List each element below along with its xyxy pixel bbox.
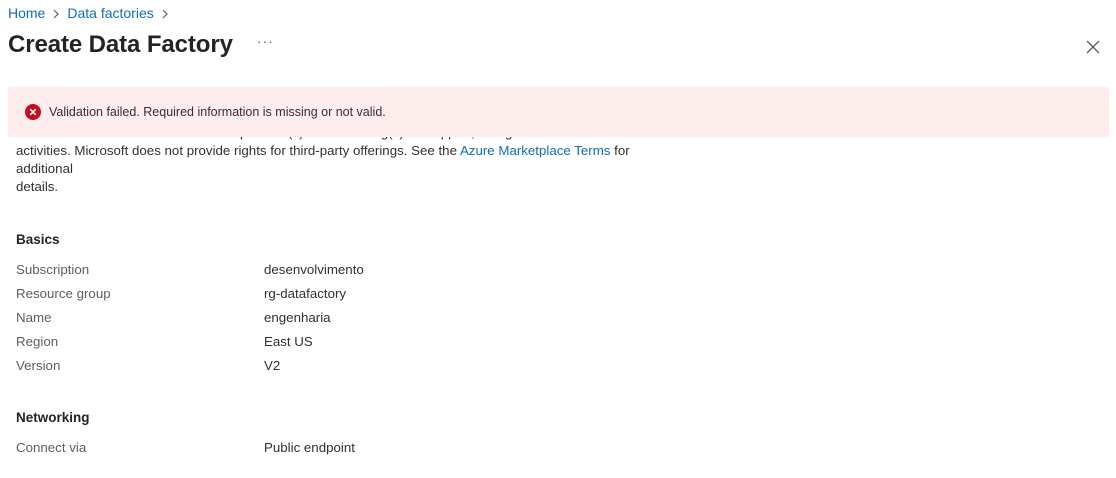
summary-label: Connect via	[16, 440, 87, 455]
summary-row-region: Region East US	[16, 334, 313, 349]
summary-value: engenharia	[264, 310, 331, 325]
chevron-right-icon	[158, 5, 172, 21]
summary-label: Name	[16, 310, 52, 325]
basics-section: Basics	[16, 232, 60, 247]
validation-error-banner: Validation failed. Required information …	[8, 87, 1109, 137]
basics-title: Basics	[16, 232, 60, 247]
summary-value: East US	[264, 334, 313, 349]
summary-row-subscription: Subscription desenvolvimento	[16, 262, 364, 277]
summary-row-connect-via: Connect via Public endpoint	[16, 440, 355, 455]
summary-label: Resource group	[16, 286, 111, 301]
summary-value: rg-datafactory	[264, 286, 347, 301]
summary-label: Version	[16, 358, 61, 373]
page-title: Create Data Factory	[8, 31, 233, 58]
summary-label: Region	[16, 334, 59, 349]
breadcrumb-home-link[interactable]: Home	[8, 5, 45, 21]
close-button[interactable]	[1083, 37, 1103, 57]
error-circle-icon	[25, 104, 41, 120]
validation-error-message: Validation failed. Required information …	[49, 105, 386, 119]
close-icon	[1086, 40, 1100, 54]
summary-value: desenvolvimento	[264, 262, 364, 277]
azure-marketplace-terms-link[interactable]: Azure Marketplace Terms	[460, 143, 611, 158]
summary-row-version: Version V2	[16, 358, 280, 373]
terms-text: activities. Microsoft does not provide r…	[16, 143, 460, 158]
more-options-button[interactable]: ···	[257, 34, 274, 48]
terms-line: activities. Microsoft does not provide r…	[16, 142, 686, 178]
networking-title: Networking	[16, 410, 90, 425]
review-content[interactable]: Validation failed. Required information …	[0, 87, 1116, 478]
chevron-right-icon	[49, 5, 63, 21]
breadcrumb-data-factories-link[interactable]: Data factories	[67, 5, 153, 21]
terms-line: details.	[16, 179, 59, 194]
summary-value: V2	[264, 358, 281, 373]
summary-row-name: Name engenharia	[16, 310, 331, 325]
summary-label: Subscription	[16, 262, 90, 277]
summary-row-resource-group: Resource group rg-datafactory	[16, 286, 346, 301]
networking-section: Networking	[16, 410, 90, 425]
summary-value: Public endpoint	[264, 440, 355, 455]
title-row: Create Data Factory ···	[8, 31, 274, 59]
breadcrumb: Home Data factories	[8, 5, 176, 21]
